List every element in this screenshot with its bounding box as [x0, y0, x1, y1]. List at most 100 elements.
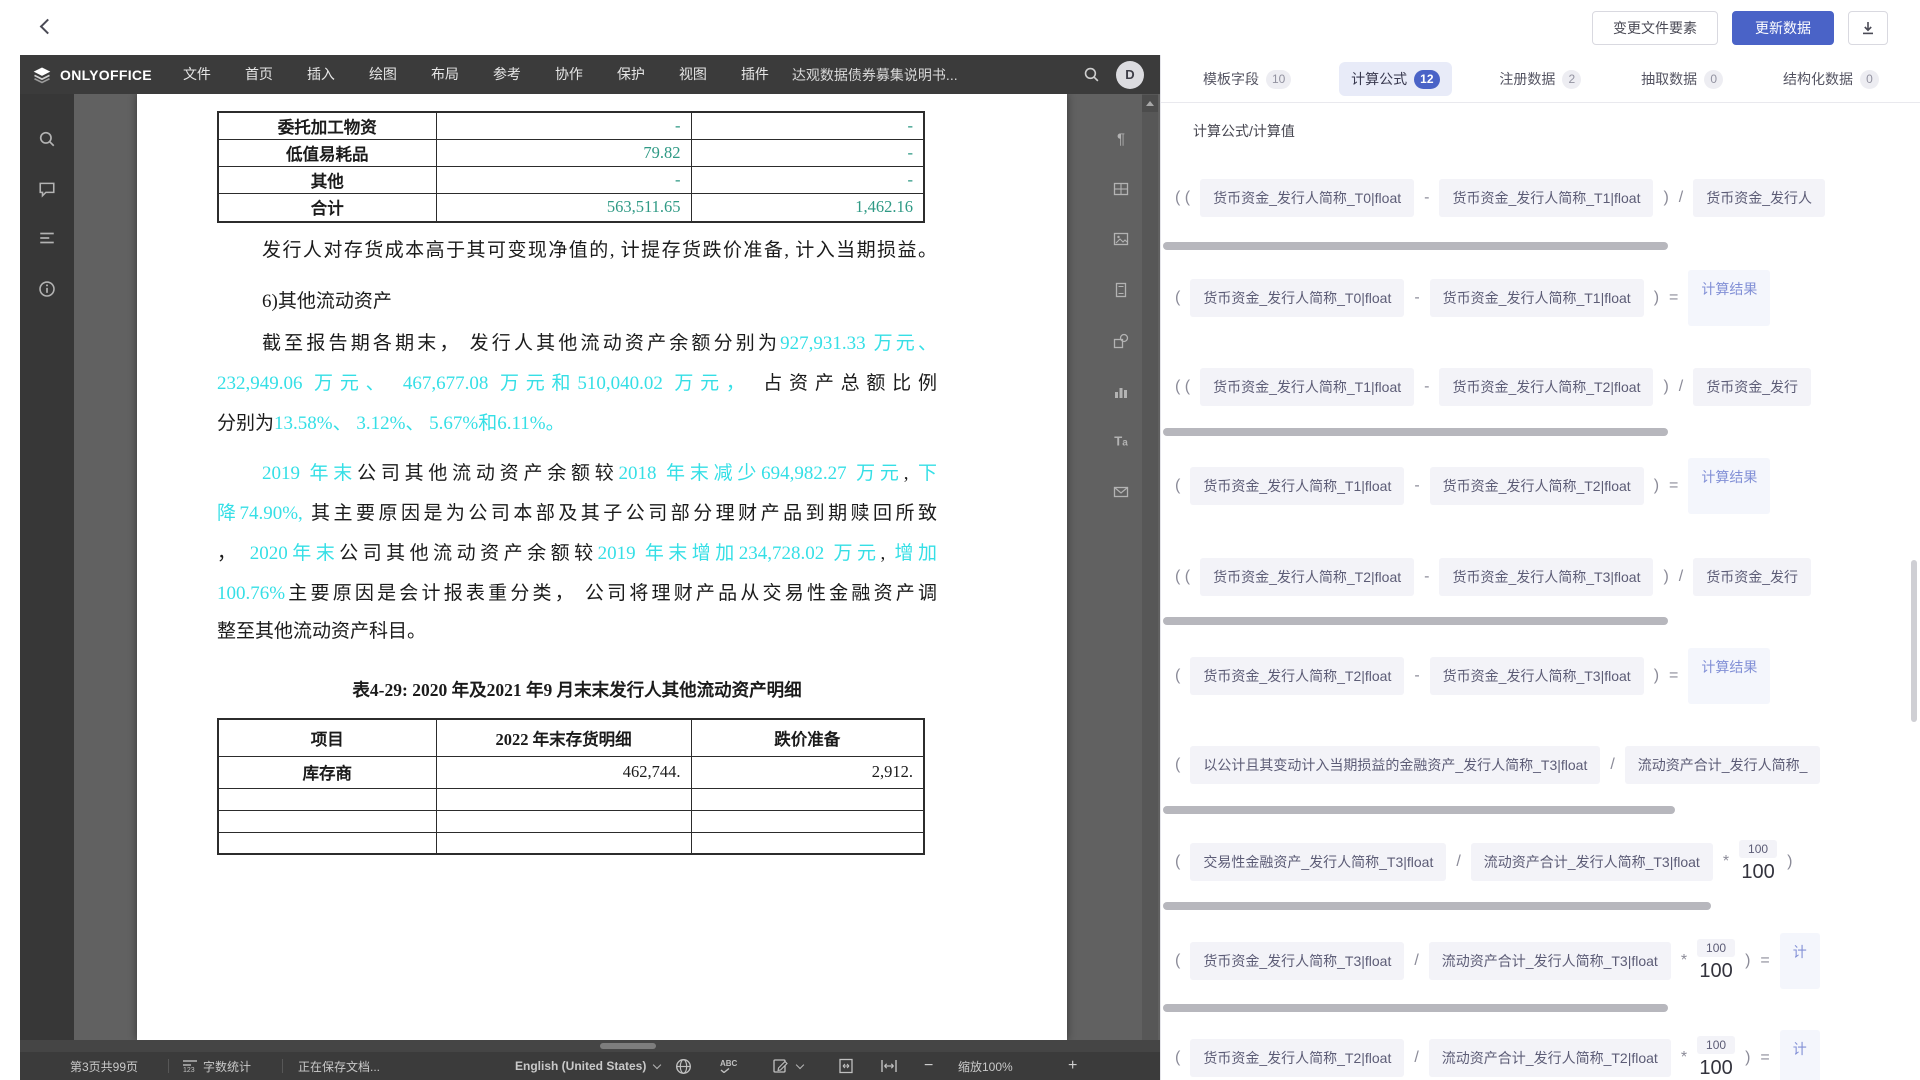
field-tag[interactable]: 以公计且其变动计入当期损益的金融资产_发行人简称_T3|float — [1190, 746, 1600, 784]
menu-item-1[interactable]: 首页 — [228, 55, 290, 94]
field-tag[interactable]: 货币资金_发行人简称_T2|float — [1190, 1039, 1404, 1077]
operator: ) — [1787, 853, 1792, 871]
tab-注册数据[interactable]: 注册数据2 — [1487, 62, 1593, 96]
paragraph-settings-icon[interactable]: ¶ — [1117, 131, 1125, 148]
field-tag[interactable]: 货币资金_发行人简称_T1|float — [1439, 179, 1653, 217]
menu-item-5[interactable]: 参考 — [476, 55, 538, 94]
change-file-elements-button[interactable]: 变更文件要素 — [1592, 11, 1718, 45]
field-tag[interactable]: 流动资产合计_发行人简称_ — [1625, 746, 1821, 784]
set-language-icon[interactable] — [675, 1052, 692, 1080]
document-editor: ONLYOFFICE 文件首页插入绘图布局参考协作保护视图插件 达观数据债券募集… — [20, 55, 1160, 1080]
result-tag[interactable]: 计算结果 — [1688, 458, 1770, 514]
text-segment: 6)其他流动资产 — [262, 291, 392, 312]
panel-scrollbar[interactable] — [1911, 560, 1917, 722]
word-count-button[interactable]: 123 字数统计 — [182, 1052, 251, 1080]
menu-item-9[interactable]: 插件 — [724, 55, 786, 94]
field-tag[interactable]: 货币资金_发行人简称_T2|float — [1439, 368, 1653, 406]
tab-模板字段[interactable]: 模板字段10 — [1191, 62, 1303, 96]
field-tag[interactable]: 货币资金_发行人简称_T3|float — [1439, 558, 1653, 596]
field-tag[interactable]: 货币资金_发行人 — [1693, 179, 1825, 217]
vertical-scrollbar[interactable] — [1142, 94, 1158, 1040]
table-cell: 2,912. — [691, 756, 924, 788]
table-cell — [218, 810, 436, 832]
back-icon[interactable] — [40, 19, 56, 35]
fit-width-icon[interactable] — [880, 1052, 898, 1080]
table-header-cell: 项目 — [218, 719, 436, 756]
formula-scrollbar[interactable] — [1163, 242, 1668, 250]
fit-page-icon[interactable] — [838, 1052, 854, 1080]
document-page[interactable]: 委托加工物资--低值易耗品79.82-其他--合计563,511.651,462… — [137, 94, 1067, 1040]
navigation-icon[interactable] — [38, 229, 56, 247]
field-tag[interactable]: 货币资金_发行人简称_T3|float — [1430, 657, 1644, 695]
formula-scrollbar[interactable] — [1163, 902, 1711, 910]
zoom-in-button[interactable]: + — [1068, 1052, 1077, 1080]
field-tag[interactable]: 交易性金融资产_发行人简称_T3|float — [1190, 843, 1446, 881]
search-icon[interactable] — [1083, 66, 1100, 83]
field-tag[interactable]: 货币资金_发行 — [1693, 558, 1811, 596]
field-tag[interactable]: 货币资金_发行人简称_T2|float — [1190, 657, 1404, 695]
menu-item-6[interactable]: 协作 — [538, 55, 600, 94]
result-tag[interactable]: 计算结果 — [1688, 648, 1770, 704]
formula-scrollbar[interactable] — [1163, 1004, 1668, 1012]
download-button[interactable] — [1848, 11, 1888, 45]
shape-settings-icon[interactable] — [1113, 333, 1129, 349]
scroll-up-icon[interactable] — [1142, 95, 1158, 112]
horizontal-scroll-thumb[interactable] — [600, 1043, 656, 1049]
update-data-button[interactable]: 更新数据 — [1732, 11, 1834, 45]
textart-settings-icon[interactable]: Ta — [1114, 434, 1128, 449]
field-tag[interactable]: 流动资产合计_发行人简称_T2|float — [1429, 1039, 1671, 1077]
field-tag[interactable]: 货币资金_发行人简称_T2|float — [1200, 558, 1414, 596]
operator: = — [1669, 477, 1678, 495]
zoom-out-button[interactable]: − — [924, 1052, 933, 1080]
formula-scrollbar[interactable] — [1163, 806, 1675, 814]
search-icon[interactable] — [38, 130, 56, 148]
field-tag[interactable]: 货币资金_发行 — [1693, 368, 1811, 406]
field-tag[interactable]: 货币资金_发行人简称_T0|float — [1200, 179, 1414, 217]
field-tag[interactable]: 货币资金_发行人简称_T3|float — [1190, 942, 1404, 980]
field-tag[interactable]: 货币资金_发行人简称_T1|float — [1190, 467, 1404, 505]
field-tag[interactable]: 货币资金_发行人简称_T1|float — [1430, 279, 1644, 317]
mailmerge-icon[interactable] — [1113, 484, 1129, 500]
page-indicator[interactable]: 第3页共99页 — [70, 1052, 138, 1080]
result-tag[interactable]: 计 — [1780, 933, 1820, 989]
field-tag[interactable]: 货币资金_发行人简称_T0|float — [1190, 279, 1404, 317]
formula-scrollbar[interactable] — [1163, 428, 1668, 436]
document-title[interactable]: 达观数据债券募集说明书... — [792, 65, 958, 85]
track-changes-icon[interactable] — [772, 1052, 803, 1080]
operator: ) — [1745, 952, 1750, 970]
constant-tag[interactable]: 100 — [1739, 840, 1777, 858]
result-tag[interactable]: 计 — [1780, 1030, 1820, 1080]
field-tag[interactable]: 流动资产合计_发行人简称_T3|float — [1471, 843, 1713, 881]
field-tag[interactable]: 货币资金_发行人简称_T2|float — [1430, 467, 1644, 505]
formula-row: (货币资金_发行人简称_T3|float/流动资产合计_发行人简称_T3|flo… — [1175, 931, 1820, 991]
about-icon[interactable] — [38, 280, 56, 298]
tab-结构化数据[interactable]: 结构化数据0 — [1771, 62, 1891, 96]
field-tag[interactable]: 流动资产合计_发行人简称_T3|float — [1429, 942, 1671, 980]
formula-row: ( (货币资金_发行人简称_T1|float-货币资金_发行人简称_T2|flo… — [1175, 365, 1811, 409]
language-selector[interactable]: English (United States) — [515, 1052, 660, 1080]
zoom-level[interactable]: 缩放100% — [958, 1052, 1013, 1080]
image-settings-icon[interactable] — [1113, 231, 1129, 247]
menu-item-0[interactable]: 文件 — [166, 55, 228, 94]
result-tag[interactable]: 计算结果 — [1688, 270, 1770, 326]
constant-tag[interactable]: 100 — [1697, 1036, 1735, 1054]
page-settings-icon[interactable] — [1113, 282, 1129, 298]
avatar[interactable]: D — [1116, 61, 1144, 89]
menu-item-3[interactable]: 绘图 — [352, 55, 414, 94]
menu-item-4[interactable]: 布局 — [414, 55, 476, 94]
spellcheck-icon[interactable]: ABC — [720, 1052, 737, 1080]
table-settings-icon[interactable] — [1113, 181, 1129, 197]
table-row: 其他-- — [218, 167, 924, 194]
menu-item-2[interactable]: 插入 — [290, 55, 352, 94]
table-header-cell: 2022 年末存货明细 — [436, 719, 691, 756]
formula-scrollbar[interactable] — [1163, 617, 1668, 625]
horizontal-scrollbar[interactable] — [20, 1040, 1160, 1052]
menu-item-7[interactable]: 保护 — [600, 55, 662, 94]
comments-icon[interactable] — [38, 180, 56, 198]
tab-计算公式[interactable]: 计算公式12 — [1339, 62, 1451, 96]
constant-tag[interactable]: 100 — [1697, 939, 1735, 957]
menu-item-8[interactable]: 视图 — [662, 55, 724, 94]
tab-抽取数据[interactable]: 抽取数据0 — [1629, 62, 1735, 96]
chart-settings-icon[interactable] — [1113, 384, 1129, 400]
field-tag[interactable]: 货币资金_发行人简称_T1|float — [1200, 368, 1414, 406]
